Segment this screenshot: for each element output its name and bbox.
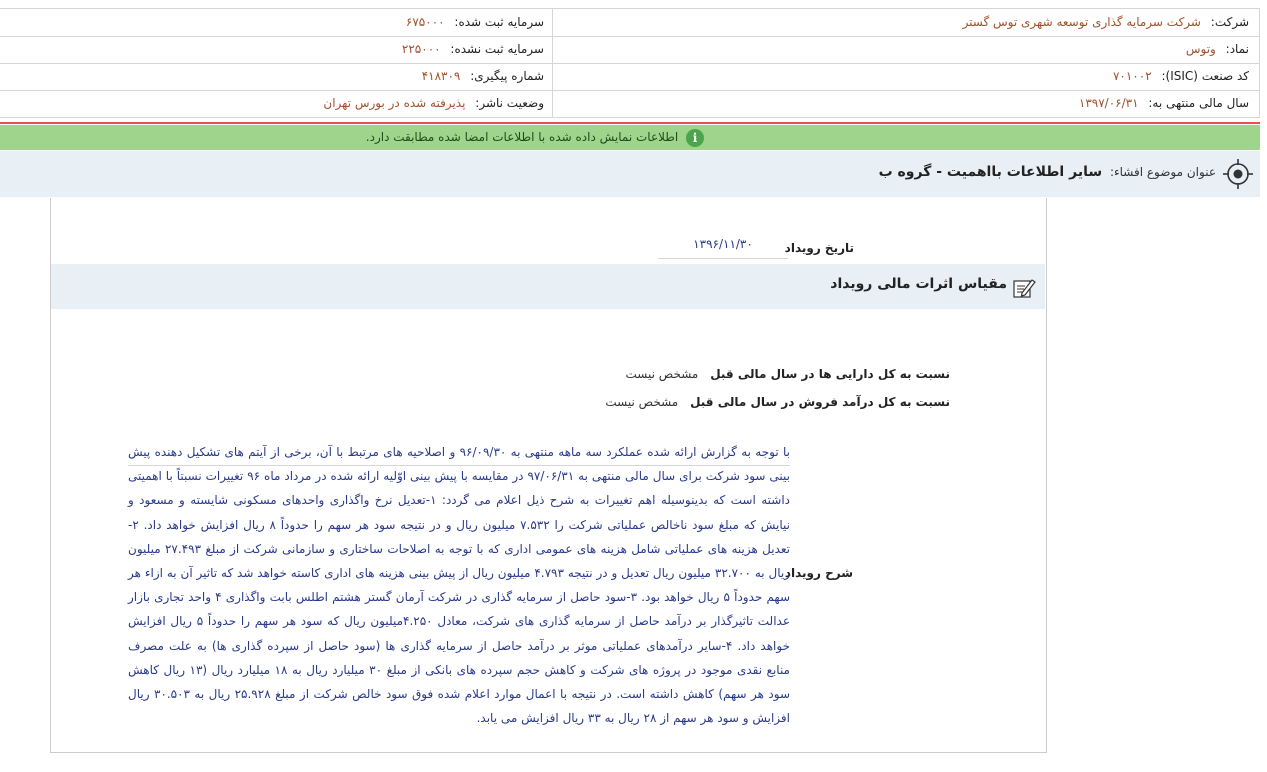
revenue-ratio-label: نسبت به کل درآمد فروش در سال مالی قبل xyxy=(690,395,950,409)
subject-bar: عنوان موضوع افشاء: سایر اطلاعات بااهمیت … xyxy=(0,151,1260,197)
unregistered-capital-label: سرمایه ثبت نشده: xyxy=(450,42,544,56)
registered-capital-cell: سرمایه ثبت شده: ۶۷۵۰۰۰ xyxy=(0,9,552,36)
symbol-label: نماد: xyxy=(1225,42,1249,56)
event-date-label: تاریخ رویداد xyxy=(784,241,854,255)
financial-effects-title-text: مقیاس اثرات مالی رویداد xyxy=(830,276,1007,292)
tracking-label: شماره پیگیری: xyxy=(470,69,544,83)
company-value: شرکت سرمایه گذاری توسعه شهری توس گستر xyxy=(962,15,1201,29)
registered-capital-label: سرمایه ثبت شده: xyxy=(454,15,544,29)
tracking-cell: شماره پیگیری: ۴۱۸۳۰۹ xyxy=(0,63,552,90)
verification-notice-content: i اطلاعات نمایش داده شده با اطلاعات امضا… xyxy=(366,128,704,147)
fiscal-year-cell: سال مالی منتهی به: ۱۳۹۷/۰۶/۳۱ xyxy=(552,90,1260,117)
publisher-status-value: پذیرفته شده در بورس تهران xyxy=(323,96,466,110)
fiscal-year-label: سال مالی منتهی به: xyxy=(1148,96,1249,110)
info-row-fiscal-year: سال مالی منتهی به: ۱۳۹۷/۰۶/۳۱ وضعیت ناشر… xyxy=(0,90,1260,118)
verification-notice: i اطلاعات نمایش داده شده با اطلاعات امضا… xyxy=(0,125,1260,150)
symbol-value[interactable]: وتوس xyxy=(1186,42,1216,56)
registered-capital-value: ۶۷۵۰۰۰ xyxy=(405,15,445,29)
isic-value: ۷۰۱۰۰۲ xyxy=(1112,69,1152,83)
alert-divider xyxy=(0,122,1260,124)
info-row-isic: کد صنعت (ISIC): ۷۰۱۰۰۲ شماره پیگیری: ۴۱۸… xyxy=(0,63,1260,91)
info-row-symbol: نماد: وتوس سرمایه ثبت نشده: ۲۲۵۰۰۰ xyxy=(0,36,1260,64)
subject-label: عنوان موضوع افشاء: xyxy=(1109,165,1216,179)
info-icon: i xyxy=(686,128,704,147)
subject-title: سایر اطلاعات بااهمیت - گروه ب xyxy=(878,164,1103,180)
fiscal-year-value: ۱۳۹۷/۰۶/۳۱ xyxy=(1078,96,1139,110)
isic-cell: کد صنعت (ISIC): ۷۰۱۰۰۲ xyxy=(552,63,1260,90)
publisher-status-cell: وضعیت ناشر: پذیرفته شده در بورس تهران xyxy=(0,90,552,117)
company-cell: شرکت: شرکت سرمایه گذاری توسعه شهری توس گ… xyxy=(552,9,1260,36)
event-date-value: ۱۳۹۶/۱۱/۳۰ xyxy=(658,236,788,259)
assets-ratio-label: نسبت به کل دارایی ها در سال مالی قبل xyxy=(710,367,950,381)
unregistered-capital-cell: سرمایه ثبت نشده: ۲۲۵۰۰۰ xyxy=(0,36,552,63)
isic-label: کد صنعت (ISIC): xyxy=(1161,69,1249,83)
publisher-status-label: وضعیت ناشر: xyxy=(475,96,544,110)
revenue-ratio-value: مشخص نیست xyxy=(605,395,679,409)
company-info-table: شرکت: شرکت سرمایه گذاری توسعه شهری توس گ… xyxy=(0,8,1260,118)
unregistered-capital-value: ۲۲۵۰۰۰ xyxy=(401,42,441,56)
subject-heading: عنوان موضوع افشاء: سایر اطلاعات بااهمیت … xyxy=(879,164,1216,180)
event-description: با توجه به گزارش ارائه شده عملکرد سه ماه… xyxy=(128,440,790,725)
info-row-company: شرکت: شرکت سرمایه گذاری توسعه شهری توس گ… xyxy=(0,9,1260,37)
symbol-cell: نماد: وتوس xyxy=(552,36,1260,63)
revenue-ratio-row: نسبت به کل درآمد فروش در سال مالی قبل مش… xyxy=(605,395,950,409)
tracking-value: ۴۱۸۳۰۹ xyxy=(421,69,461,83)
event-description-text: با توجه به گزارش ارائه شده عملکرد سه ماه… xyxy=(128,445,791,726)
event-description-label: شرح رویداد xyxy=(784,566,853,580)
assets-ratio-value: مشخص نیست xyxy=(625,367,699,381)
company-label: شرکت: xyxy=(1210,15,1249,29)
target-icon xyxy=(1223,159,1253,189)
verification-notice-text: اطلاعات نمایش داده شده با اطلاعات امضا ش… xyxy=(365,130,679,144)
financial-effects-title: مقیاس اثرات مالی رویداد xyxy=(830,276,1037,292)
assets-ratio-row: نسبت به کل دارایی ها در سال مالی قبل مشخ… xyxy=(626,367,950,381)
